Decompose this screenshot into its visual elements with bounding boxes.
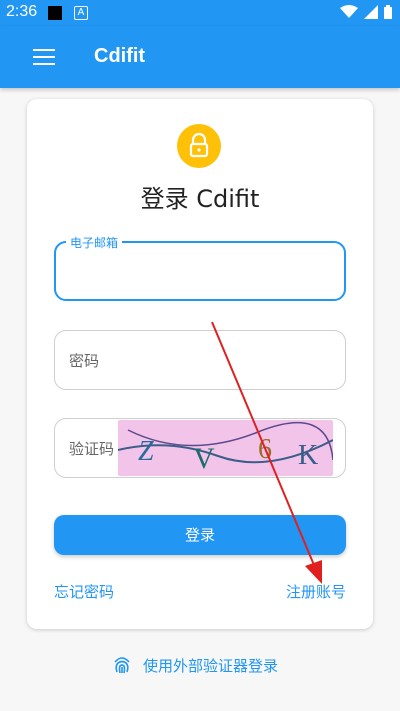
cellular-icon [364, 5, 378, 19]
external-authenticator-login[interactable]: 使用外部验证器登录 [111, 654, 278, 676]
lock-icon [177, 124, 221, 168]
captcha-image[interactable]: Z V 6 K [117, 420, 334, 476]
status-time: 2:36 [6, 3, 38, 20]
notification-square-icon [48, 6, 62, 20]
login-button[interactable]: 登录 [54, 515, 346, 555]
password-placeholder: 密码 [69, 352, 100, 370]
app-bar: Cdifit [0, 26, 400, 88]
forgot-password-link[interactable]: 忘记密码 [54, 581, 114, 602]
captcha-field[interactable]: 验证码 Z V 6 K [54, 418, 346, 478]
svg-text:Z: Z [138, 436, 154, 467]
svg-text:6: 6 [258, 434, 272, 465]
email-field[interactable]: 电子邮箱 [54, 234, 346, 301]
svg-text:V: V [193, 442, 215, 475]
external-login-label: 使用外部验证器登录 [143, 656, 279, 675]
battery-icon [384, 5, 392, 19]
wifi-icon [340, 5, 358, 18]
status-bar: 2:36 A [0, 0, 400, 26]
hamburger-menu-icon[interactable] [33, 49, 55, 65]
fingerprint-icon [114, 657, 130, 674]
svg-text:K: K [298, 440, 318, 471]
register-link[interactable]: 注册账号 [286, 581, 346, 602]
app-title: Cdifit [94, 45, 146, 67]
password-field[interactable]: 密码 [54, 330, 346, 390]
captcha-placeholder: 验证码 [69, 440, 115, 458]
login-title: 登录 Cdifit [140, 185, 260, 213]
login-card: 登录 Cdifit 电子邮箱 密码 验证码 Z V 6 K 登录 忘记密码 注册… [27, 99, 373, 629]
a-badge-icon: A [74, 6, 88, 20]
email-field-label: 电子邮箱 [66, 234, 123, 251]
